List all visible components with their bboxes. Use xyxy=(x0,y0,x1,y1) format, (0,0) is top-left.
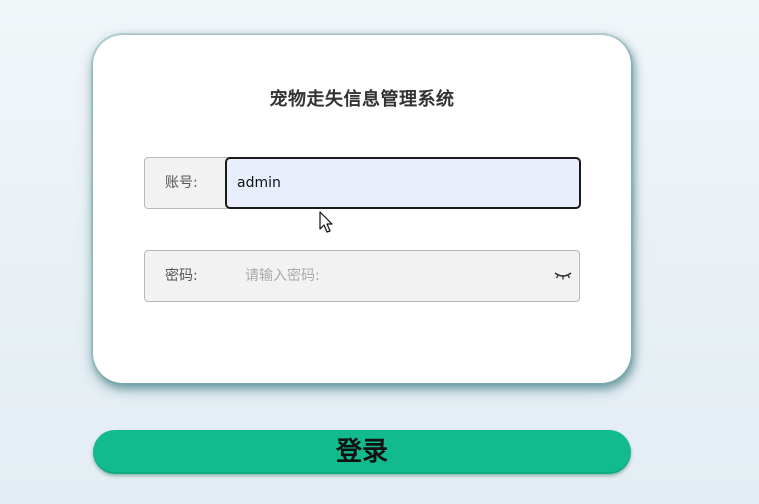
eye-closed-icon[interactable] xyxy=(553,267,573,281)
password-field: 密码: xyxy=(144,250,580,302)
login-card: 宠物走失信息管理系统 账号: 密码: xyxy=(93,35,631,383)
password-input[interactable] xyxy=(235,251,535,301)
username-input[interactable] xyxy=(225,157,581,209)
login-button[interactable]: 登录 xyxy=(93,430,631,474)
username-label: 账号: xyxy=(165,175,198,191)
password-label: 密码: xyxy=(165,268,198,284)
system-title: 宠物走失信息管理系统 xyxy=(269,89,455,110)
mouse-pointer-icon xyxy=(319,211,337,235)
username-field: 账号: xyxy=(144,157,581,209)
